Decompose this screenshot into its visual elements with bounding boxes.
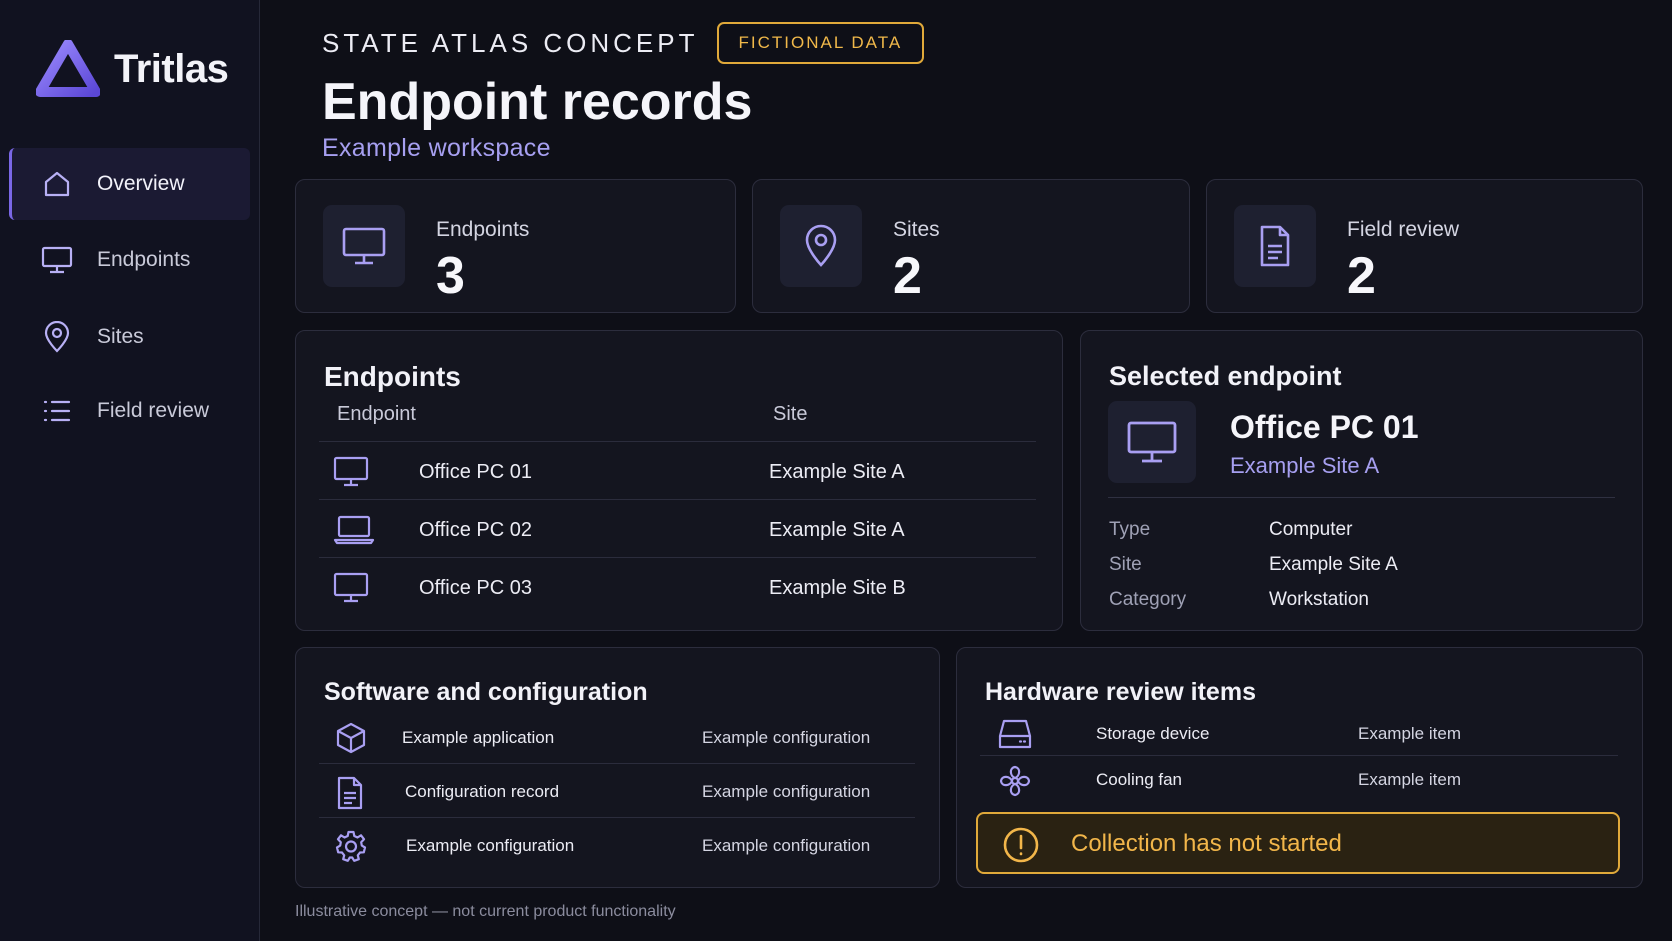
selected-endpoint-site: Example Site A <box>1230 453 1380 478</box>
stat-value: 2 <box>893 247 922 305</box>
app-name: Tritlas <box>114 46 229 91</box>
footnote: Illustrative concept — not current produ… <box>295 903 676 920</box>
endpoint-site: Example Site A <box>769 519 905 541</box>
monitor-icon <box>39 242 75 278</box>
page-title: Endpoint records <box>322 73 753 131</box>
brand[interactable]: Tritlas <box>36 40 229 98</box>
sidebar-item-label: Endpoints <box>97 248 191 271</box>
endpoint-name: Office PC 03 <box>419 577 533 599</box>
list-icon <box>39 393 75 429</box>
package-icon <box>335 722 367 754</box>
panel-title: Endpoints <box>324 361 461 392</box>
sidebar-item-label: Field review <box>97 399 210 422</box>
sidebar-item-label: Overview <box>97 172 185 195</box>
map-pin-icon <box>39 319 75 355</box>
stat-card-endpoints[interactable]: Endpoints 3 <box>295 179 736 313</box>
fan-icon <box>998 764 1032 798</box>
column-header-endpoint[interactable]: Endpoint <box>337 403 416 426</box>
field-key-type: Type <box>1109 519 1151 540</box>
panel-title: Software and configuration <box>324 678 648 706</box>
tritlas-logo-icon <box>36 40 100 98</box>
stat-value: 2 <box>1347 247 1376 305</box>
software-name: Example application <box>402 728 555 747</box>
header-eyebrow-row: STATE ATLAS CONCEPT FICTIONAL DATA <box>322 22 925 64</box>
alert-text: Collection has not started <box>1071 830 1342 857</box>
hardware-value: Example item <box>1358 770 1461 789</box>
stat-label: Sites <box>893 218 940 241</box>
selected-endpoint-panel: Selected endpoint Office PC 01 Example S… <box>1080 330 1643 631</box>
field-value-category: Workstation <box>1269 589 1369 610</box>
software-value: Example configuration <box>702 836 871 855</box>
hard-drive-icon <box>998 718 1032 750</box>
gear-icon <box>335 830 367 862</box>
monitor-icon <box>333 456 369 488</box>
software-panel: Software and configuration Example appli… <box>295 647 940 888</box>
table-row[interactable]: Office PC 01 Example Site A <box>319 441 1036 499</box>
field-key-category: Category <box>1109 589 1187 610</box>
field-value-site: Example Site A <box>1269 554 1398 575</box>
stat-label: Endpoints <box>436 218 530 241</box>
monitor-icon <box>1108 401 1196 483</box>
list-item[interactable]: Storage device Example item <box>980 710 1618 758</box>
sidebar-item-sites[interactable]: Sites <box>9 301 250 373</box>
collection-status-alert: Collection has not started <box>976 812 1620 874</box>
endpoint-site: Example Site B <box>769 577 906 599</box>
hardware-name: Storage device <box>1096 724 1210 743</box>
fictional-data-badge: FICTIONAL DATA <box>716 22 925 64</box>
endpoint-site: Example Site A <box>769 461 905 483</box>
page-subtitle: Example workspace <box>322 134 551 162</box>
laptop-icon <box>333 514 375 546</box>
endpoints-panel: Endpoints Endpoint Site Office PC 01 Exa… <box>295 330 1063 631</box>
list-item[interactable]: Configuration record Example configurati… <box>319 763 915 817</box>
document-icon <box>335 776 365 810</box>
selected-endpoint-name: Office PC 01 <box>1230 409 1419 445</box>
map-pin-icon <box>780 205 862 287</box>
divider <box>1108 497 1615 498</box>
field-key-site: Site <box>1109 554 1142 575</box>
list-item[interactable]: Cooling fan Example item <box>980 755 1618 803</box>
panel-title: Hardware review items <box>985 678 1256 706</box>
document-icon <box>1234 205 1316 287</box>
panel-title: Selected endpoint <box>1109 361 1342 391</box>
column-header-site[interactable]: Site <box>773 403 807 426</box>
hardware-name: Cooling fan <box>1096 770 1183 789</box>
eyebrow-text: STATE ATLAS CONCEPT <box>322 27 699 58</box>
home-icon <box>39 166 75 202</box>
stat-card-field-review[interactable]: Field review 2 <box>1206 179 1643 313</box>
sidebar: Tritlas Overview Endpoints Sites Field r… <box>0 0 260 941</box>
endpoint-name: Office PC 02 <box>419 519 533 541</box>
sidebar-item-endpoints[interactable]: Endpoints <box>9 224 250 296</box>
stat-value: 3 <box>436 247 465 305</box>
table-row[interactable]: Office PC 02 Example Site A <box>319 499 1036 557</box>
stat-label: Field review <box>1347 218 1460 241</box>
software-value: Example configuration <box>702 782 871 801</box>
software-value: Example configuration <box>702 728 871 747</box>
sidebar-item-field-review[interactable]: Field review <box>9 375 250 447</box>
field-value-type: Computer <box>1269 519 1353 540</box>
sidebar-item-overview[interactable]: Overview <box>9 148 250 220</box>
list-item[interactable]: Example application Example configuratio… <box>319 710 915 764</box>
list-item[interactable]: Example configuration Example configurat… <box>319 817 915 871</box>
endpoint-name: Office PC 01 <box>419 461 533 483</box>
software-name: Configuration record <box>405 782 560 801</box>
monitor-icon <box>323 205 405 287</box>
stat-card-sites[interactable]: Sites 2 <box>752 179 1190 313</box>
table-row[interactable]: Office PC 03 Example Site B <box>319 557 1036 615</box>
warning-icon <box>1003 827 1039 863</box>
hardware-panel: Hardware review items Storage device Exa… <box>956 647 1643 888</box>
sidebar-item-label: Sites <box>97 325 144 348</box>
hardware-value: Example item <box>1358 724 1461 743</box>
monitor-icon <box>333 572 369 604</box>
software-name: Example configuration <box>406 836 575 855</box>
